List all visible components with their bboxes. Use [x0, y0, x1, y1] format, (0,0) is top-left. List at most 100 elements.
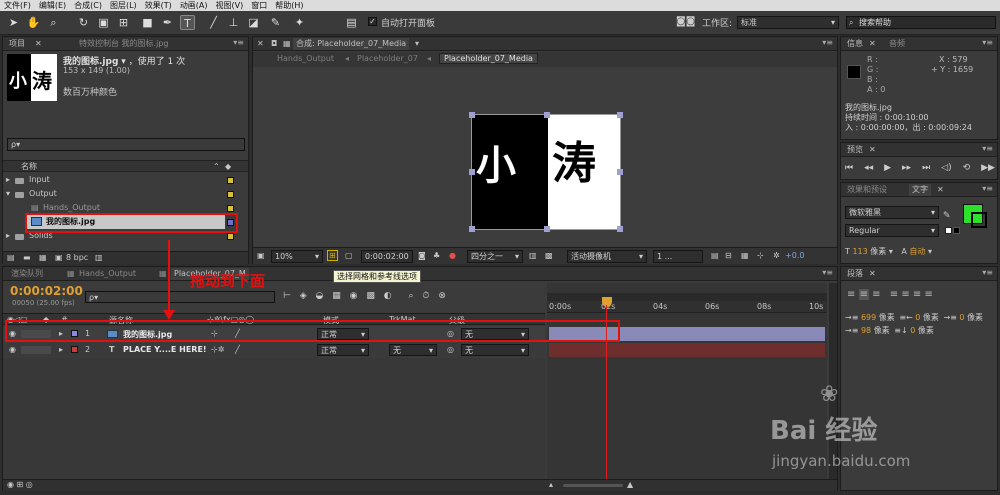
close-icon[interactable]: ✕	[257, 38, 264, 50]
tab-preview[interactable]: 预览	[847, 144, 863, 156]
search-help-input[interactable]: ⌕ 搜索帮助	[846, 16, 996, 29]
list-item[interactable]: ▾ Output	[3, 188, 248, 201]
rectangle-tool-icon[interactable]: ■	[140, 15, 155, 30]
video-toggle-icon[interactable]: ◉	[9, 345, 16, 354]
justify-center-icon[interactable]: ≡	[901, 289, 909, 300]
menu-file[interactable]: 文件(F)	[0, 0, 35, 11]
transform-handle[interactable]	[617, 169, 623, 175]
playhead-handle[interactable]	[602, 297, 612, 307]
panel-menu-icon[interactable]: ▾≡	[982, 38, 993, 47]
fast-preview-icon[interactable]: ⊟	[725, 251, 732, 260]
text-tool-icon[interactable]: T	[180, 15, 195, 30]
font-family-dropdown[interactable]: 微软雅黑 ▾	[845, 206, 939, 219]
transform-handle[interactable]	[617, 226, 623, 232]
menu-help[interactable]: 帮助(H)	[271, 0, 307, 11]
search-icon[interactable]: ⌕	[409, 291, 414, 301]
timeline-icon[interactable]: ▦	[741, 251, 749, 260]
close-icon[interactable]: ✕	[869, 144, 876, 156]
draft-3d-icon[interactable]: ◈	[300, 291, 307, 301]
tab-audio[interactable]: 音频	[889, 38, 905, 50]
layer-name[interactable]: PLACE Y....E HERE!	[123, 345, 207, 354]
mask-visibility-icon[interactable]: ▢	[345, 251, 353, 260]
justify-all-icon[interactable]: ≡	[924, 289, 932, 300]
timeline-timecode[interactable]: 0:00:02:00	[10, 284, 83, 298]
tab-effects-presets[interactable]: 效果和预设	[847, 184, 887, 196]
comp-layer-image[interactable]: 小 涛	[469, 112, 623, 232]
close-icon[interactable]: ✕	[869, 38, 876, 50]
new-folder-icon[interactable]: ▬	[23, 253, 31, 262]
play-icon[interactable]: ▶	[884, 163, 891, 173]
panel-menu-icon[interactable]: ▾≡	[982, 184, 993, 193]
timeline-scrollbar[interactable]	[829, 283, 837, 479]
close-icon[interactable]: ✕	[937, 184, 944, 196]
selection-tool-icon[interactable]: ➤	[6, 15, 21, 30]
panel-menu-icon[interactable]: ▾≡	[822, 268, 833, 277]
chevron-down-icon[interactable]: ▾	[928, 247, 932, 256]
new-comp-icon[interactable]: ▦	[39, 253, 47, 262]
font-style-dropdown[interactable]: Regular ▾	[845, 224, 939, 237]
zoom-dropdown[interactable]: 10% ▾	[271, 250, 323, 263]
eraser-tool-icon[interactable]: ◪	[246, 15, 261, 30]
menu-animation[interactable]: 动画(A)	[176, 0, 212, 11]
zoom-in-icon[interactable]: ▲	[627, 480, 633, 489]
transform-handle[interactable]	[544, 112, 550, 118]
align-right-icon[interactable]: ≡	[872, 289, 880, 300]
list-item[interactable]: ▸ Input	[3, 174, 248, 187]
close-icon[interactable]: ✕	[35, 38, 42, 50]
auto-open-checkbox[interactable]: ✓	[368, 17, 377, 26]
align-left-icon[interactable]: ≡	[847, 289, 855, 300]
lock-icon[interactable]: ◘	[271, 38, 277, 50]
blend-mode-dropdown[interactable]: 正常 ▾	[317, 344, 369, 356]
exposure-value[interactable]: +0.0	[785, 251, 804, 260]
menu-effect[interactable]: 效果(T)	[141, 0, 176, 11]
timeline-graph-area[interactable]: 0:00s 02s 04s 06s 08s 10s	[547, 283, 827, 479]
tab-effect-controls[interactable]: 特效控制台 我的图标.jpg	[79, 38, 168, 50]
camera-tool-icon[interactable]: ▣	[96, 15, 111, 30]
pixel-aspect-icon[interactable]: ▤	[711, 251, 719, 260]
eyedropper-icon[interactable]: ✎	[943, 211, 951, 221]
toggle-switches-icon[interactable]: ◉ ⊞ ◎	[7, 480, 33, 489]
view-layout-dropdown[interactable]: 1 ...	[653, 250, 703, 263]
space-after-value[interactable]: 0	[910, 326, 915, 335]
leading-value[interactable]: 自动	[909, 247, 925, 256]
column-name[interactable]: 名称	[21, 161, 37, 173]
reset-exposure-icon[interactable]: ✲	[773, 251, 780, 260]
comp-mini-flowchart-icon[interactable]: ⊢	[283, 291, 291, 301]
current-time-field[interactable]: 0:00:02:00	[361, 250, 413, 263]
trash-icon[interactable]: ▥	[95, 253, 103, 262]
tab-composition[interactable]: 合成: Placeholder_07_Media	[293, 38, 410, 50]
loop-icon[interactable]: ⟲	[963, 163, 971, 173]
white-swatch[interactable]	[945, 227, 952, 234]
pick-whip-icon[interactable]: ◎	[447, 345, 454, 354]
menu-window[interactable]: 窗口	[247, 0, 271, 11]
stroke-color-swatch[interactable]	[971, 212, 987, 228]
transform-handle[interactable]	[469, 169, 475, 175]
interpret-footage-icon[interactable]: ▤	[7, 253, 15, 262]
menu-edit[interactable]: 编辑(E)	[35, 0, 70, 11]
breadcrumb-item-current[interactable]: Placeholder_07_Media	[439, 53, 538, 64]
work-area-bar[interactable]	[547, 293, 827, 301]
composition-viewer[interactable]: 小 涛	[253, 68, 837, 246]
hand-tool-icon[interactable]: ✋	[26, 15, 41, 30]
menu-layer[interactable]: 图层(L)	[106, 0, 141, 11]
first-line-value[interactable]: 98	[861, 326, 871, 335]
justify-right-icon[interactable]: ≡	[913, 289, 921, 300]
table-row[interactable]: ◉ ▸ 2 T PLACE Y....E HERE! ⊹✲ ╱ 正常 ▾ 无 ▾…	[3, 343, 545, 357]
time-ruler[interactable]: 0:00s 02s 04s 06s 08s 10s	[547, 301, 827, 313]
tab-hands-output[interactable]: Hands_Output	[79, 268, 136, 280]
previous-frame-icon[interactable]: ◂◂	[864, 163, 873, 173]
expand-arrow-icon[interactable]: ▸	[6, 174, 10, 186]
quality-switch-icon[interactable]: ╱	[235, 345, 240, 354]
transform-handle[interactable]	[544, 226, 550, 232]
graph-editor-icon[interactable]: ◐	[384, 291, 392, 301]
tab-render-queue[interactable]: 渲染队列	[11, 268, 43, 280]
motion-blur-icon[interactable]: ◉	[350, 291, 358, 301]
shy-switch-icon[interactable]: ⊹✲	[211, 345, 224, 354]
parent-dropdown[interactable]: 无 ▾	[461, 344, 529, 356]
timeline-search-input[interactable]: ρ▾	[85, 291, 275, 303]
transparency-grid-icon[interactable]: ▩	[545, 251, 553, 260]
pen-tool-icon[interactable]: ✒	[160, 15, 175, 30]
first-frame-icon[interactable]: ⏮	[845, 163, 853, 173]
bpc-label[interactable]: 8 bpc	[66, 253, 88, 262]
frame-blending-icon[interactable]: ▦	[332, 291, 341, 301]
